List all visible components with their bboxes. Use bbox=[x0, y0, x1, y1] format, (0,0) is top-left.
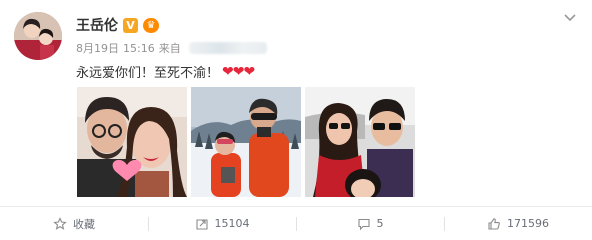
repost-icon bbox=[195, 218, 208, 230]
action-bar: 收藏 15104 5 171596 bbox=[0, 207, 592, 240]
avatar[interactable] bbox=[14, 12, 62, 60]
post-text: 永远爱你们！至死不渝！ ❤❤❤ bbox=[76, 62, 255, 82]
thumbs-up-icon bbox=[488, 217, 500, 230]
photo-ski-family[interactable] bbox=[191, 87, 301, 197]
repost-count: 15104 bbox=[214, 217, 250, 230]
post-time[interactable]: 15:16 bbox=[123, 42, 155, 55]
author-name[interactable]: 王岳伦 bbox=[76, 15, 118, 35]
like-count: 171596 bbox=[507, 217, 549, 230]
photo-couple-selfie[interactable] bbox=[77, 87, 187, 197]
favorite-button[interactable]: 收藏 bbox=[0, 207, 148, 240]
comment-icon bbox=[357, 218, 370, 230]
source-blurred bbox=[188, 42, 267, 54]
repost-button[interactable]: 15104 bbox=[148, 207, 296, 240]
favorite-label: 收藏 bbox=[73, 217, 95, 231]
photo-grid bbox=[77, 87, 415, 197]
source-prefix: 来自 bbox=[158, 42, 181, 55]
verified-badge: V bbox=[123, 17, 138, 33]
author-row: 王岳伦 V ♛ bbox=[76, 15, 159, 35]
star-icon bbox=[53, 216, 67, 230]
like-button[interactable]: 171596 bbox=[444, 207, 592, 240]
post-body: 永远爱你们！至死不渝！ bbox=[76, 66, 220, 81]
crown-icon: ♛ bbox=[143, 17, 159, 33]
comment-count: 5 bbox=[376, 217, 384, 230]
chevron-down-icon[interactable] bbox=[562, 10, 578, 26]
post-meta: 8月19日 15:16 来自 bbox=[76, 40, 267, 56]
heart-emoji: ❤❤❤ bbox=[222, 63, 255, 80]
comment-button[interactable]: 5 bbox=[296, 207, 444, 240]
photo-car-family[interactable] bbox=[305, 87, 415, 197]
post-date[interactable]: 8月19日 bbox=[76, 40, 119, 56]
